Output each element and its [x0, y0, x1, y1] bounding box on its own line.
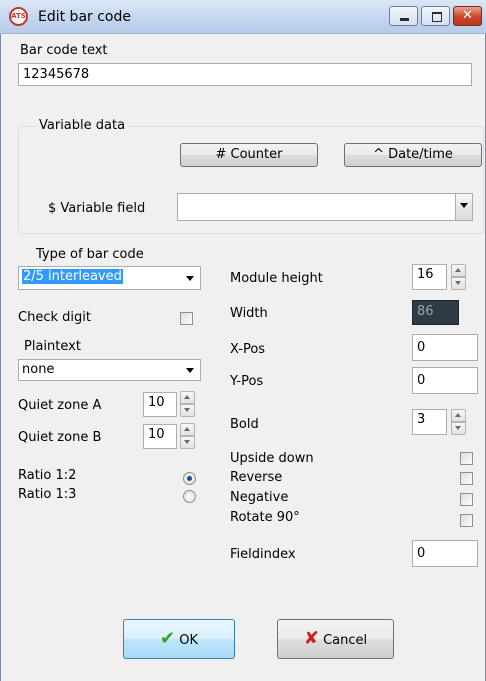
close-icon: ✕ [462, 8, 473, 23]
chevron-down-icon [460, 203, 468, 208]
bold-spinner[interactable] [451, 409, 466, 435]
spin-up-button[interactable] [451, 264, 466, 277]
cancel-x-icon: ✘ [303, 628, 319, 649]
plaintext-label: Plaintext [24, 339, 81, 354]
chevron-down-icon [186, 368, 194, 373]
rotate-label: Rotate 90° [230, 510, 300, 525]
ok-label: OK [179, 633, 198, 648]
spin-up-button[interactable] [180, 391, 195, 404]
quiet-zone-b-value: 10 [148, 427, 165, 442]
fieldindex-input[interactable]: 0 [412, 540, 478, 567]
xpos-label: X-Pos [230, 342, 266, 357]
minimize-button[interactable] [389, 6, 418, 26]
checkmark-icon: ✔ [160, 628, 176, 649]
bold-value: 3 [417, 412, 426, 427]
ratio-1-2-label: Ratio 1:2 [18, 468, 77, 483]
bold-input[interactable]: 3 [412, 409, 447, 435]
counter-button[interactable]: # Counter [180, 143, 318, 167]
quiet-zone-a-spinner[interactable] [180, 391, 195, 417]
maximize-icon [432, 12, 442, 22]
fieldindex-label: Fieldindex [230, 547, 296, 562]
arrow-down-icon [184, 440, 190, 444]
ok-button[interactable]: ✔ OK [123, 619, 235, 659]
module-height-value: 16 [417, 267, 434, 282]
upside-down-label: Upside down [230, 451, 314, 466]
dropdown-button[interactable] [455, 194, 472, 220]
datetime-button[interactable]: ^ Date/time [344, 143, 482, 167]
plaintext-select[interactable]: none [18, 359, 201, 381]
reverse-label: Reverse [230, 470, 283, 485]
arrow-up-icon [184, 395, 190, 399]
ratio-1-3-label: Ratio 1:3 [18, 487, 77, 502]
arrow-down-icon [184, 408, 190, 412]
arrow-up-icon [455, 413, 461, 417]
width-label: Width [230, 306, 268, 321]
app-logo-icon: ATS [9, 7, 28, 26]
cancel-label: Cancel [323, 633, 368, 648]
barcode-type-select[interactable]: 2/5 interleaved [18, 266, 201, 290]
cancel-button[interactable]: ✘ Cancel [277, 619, 394, 659]
arrow-down-icon [455, 426, 461, 430]
quiet-zone-b-spinner[interactable] [180, 423, 195, 449]
plaintext-value: none [22, 362, 55, 377]
arrow-up-icon [184, 427, 190, 431]
spin-down-button[interactable] [180, 404, 195, 417]
minimize-icon [400, 18, 409, 21]
xpos-input[interactable]: 0 [412, 334, 478, 361]
check-digit-label: Check digit [18, 310, 91, 325]
spin-up-button[interactable] [180, 423, 195, 436]
ratio-1-2-radio[interactable] [183, 472, 196, 485]
window-title: Edit bar code [38, 9, 131, 25]
barcode-text-label: Bar code text [20, 43, 108, 58]
module-height-spinner[interactable] [451, 264, 466, 290]
chevron-down-icon [186, 276, 194, 281]
spin-up-button[interactable] [451, 409, 466, 422]
barcode-text-input[interactable]: 12345678 [18, 63, 472, 86]
arrow-up-icon [455, 268, 461, 272]
module-height-label: Module height [230, 271, 323, 286]
close-button[interactable]: ✕ [453, 6, 482, 26]
maximize-button[interactable] [421, 6, 450, 26]
quiet-zone-b-input[interactable]: 10 [143, 424, 177, 449]
spin-down-button[interactable] [451, 277, 466, 290]
barcode-type-value: 2/5 interleaved [22, 269, 123, 284]
bold-label: Bold [230, 417, 259, 432]
rotate-checkbox[interactable] [460, 514, 473, 527]
variable-field-label: $ Variable field [48, 201, 146, 216]
check-digit-checkbox[interactable] [180, 312, 193, 325]
reverse-checkbox[interactable] [460, 472, 473, 485]
ypos-input[interactable]: 0 [412, 367, 478, 394]
upside-down-checkbox[interactable] [460, 452, 473, 465]
quiet-zone-a-value: 10 [148, 395, 165, 410]
barcode-type-label: Type of bar code [36, 247, 144, 262]
dialog-footer [0, 598, 486, 681]
width-input[interactable]: 86 [412, 300, 459, 325]
quiet-zone-b-label: Quiet zone B [18, 430, 102, 445]
variable-data-title: Variable data [36, 118, 129, 133]
ypos-label: Y-Pos [230, 374, 264, 389]
negative-checkbox[interactable] [460, 493, 473, 506]
quiet-zone-a-input[interactable]: 10 [143, 392, 177, 417]
ratio-1-3-radio[interactable] [183, 490, 196, 503]
module-height-input[interactable]: 16 [412, 264, 447, 290]
variable-field-select[interactable] [177, 193, 473, 221]
arrow-down-icon [455, 281, 461, 285]
quiet-zone-a-label: Quiet zone A [18, 398, 102, 413]
spin-down-button[interactable] [180, 436, 195, 449]
negative-label: Negative [230, 490, 289, 505]
spin-down-button[interactable] [451, 422, 466, 435]
